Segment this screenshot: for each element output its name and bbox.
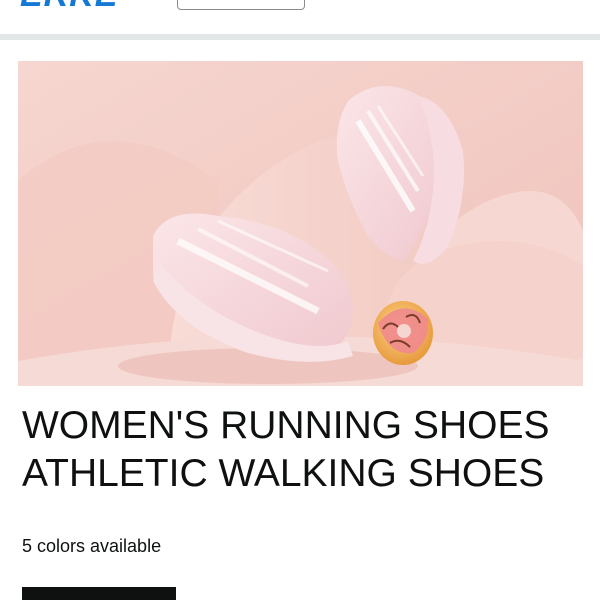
brand-header: ERKE — [0, 0, 600, 34]
store-page: ERKE — [0, 0, 600, 600]
colors-available-text[interactable]: 5 colors available — [22, 536, 161, 557]
product-title[interactable]: WOMEN'S RUNNING SHOES ATHLETIC WALKING S… — [22, 402, 582, 498]
hero-image[interactable] — [18, 61, 583, 386]
product-title-line1: WOMEN'S RUNNING SHOES — [22, 404, 550, 447]
shop-now-button[interactable] — [22, 587, 176, 600]
product-title-line2: ATHLETIC WALKING SHOES — [22, 452, 545, 495]
hero-illustration — [18, 61, 583, 386]
brand-logo[interactable]: ERKE — [20, 0, 118, 12]
header-divider — [0, 34, 600, 40]
follow-dropdown-button[interactable] — [177, 0, 305, 10]
